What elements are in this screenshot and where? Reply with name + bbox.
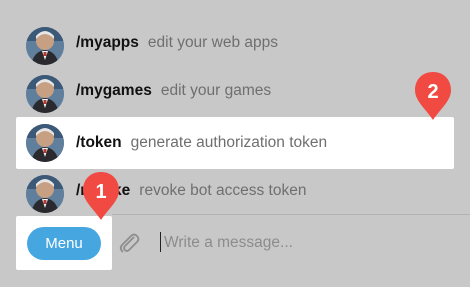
text-cursor — [160, 232, 161, 252]
message-input[interactable] — [164, 228, 454, 258]
command-name: /token — [76, 134, 122, 151]
bot-avatar-icon — [26, 124, 64, 162]
bot-avatar-icon — [26, 175, 64, 213]
command-description: revoke bot access token — [139, 182, 307, 199]
command-description: edit your games — [160, 82, 272, 99]
marker-two-icon: 2 — [415, 72, 451, 120]
command-description: edit your web apps — [147, 34, 278, 51]
composer-divider — [112, 214, 470, 215]
command-row-revoke[interactable]: /revoke revoke bot access token — [0, 167, 470, 215]
marker-one-icon: 1 — [83, 172, 119, 220]
bot-avatar-icon — [26, 75, 64, 113]
command-row-mygames[interactable]: /mygames edit your games — [0, 67, 470, 115]
command-row-token[interactable]: /token generate authorization token — [0, 117, 470, 169]
marker-one-label: 1 — [95, 181, 106, 203]
command-name: /mygames — [76, 82, 152, 99]
command-row-myapps[interactable]: /myapps edit your web apps — [0, 19, 470, 67]
command-description: generate authorization token — [130, 134, 328, 151]
bot-avatar-icon — [26, 27, 64, 65]
menu-button-highlight: Menu — [16, 216, 112, 270]
marker-two-label: 2 — [427, 81, 438, 103]
menu-button[interactable]: Menu — [27, 227, 101, 260]
command-name: /myapps — [76, 34, 139, 51]
paperclip-icon[interactable] — [115, 229, 143, 257]
